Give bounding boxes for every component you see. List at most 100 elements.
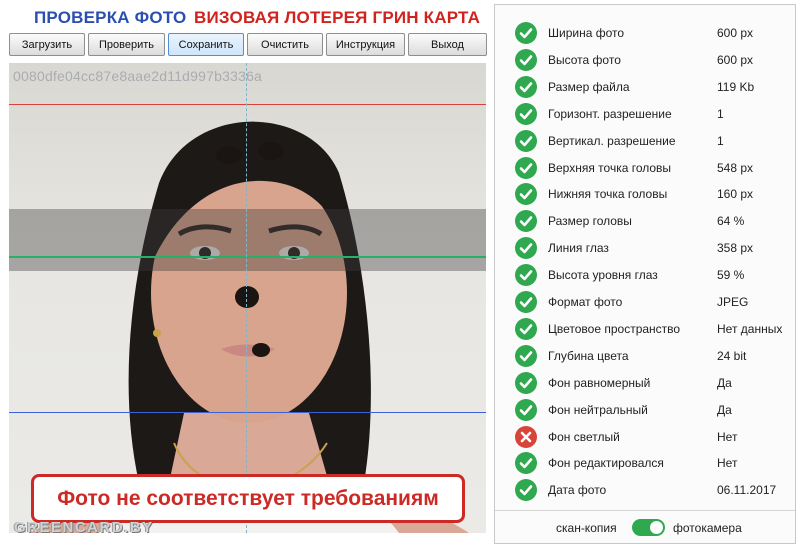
save-button[interactable]: Сохранить: [168, 33, 244, 56]
check-results-panel: Ширина фото 600 px Высота фото 600 px Размер…: [494, 4, 796, 544]
check-value: 64 %: [717, 214, 745, 229]
photo-preview: 0080dfe04cc87e8aae2d11d997b3336a Фото не…: [9, 63, 486, 533]
check-row: Глубина цвета 24 bit: [495, 342, 795, 369]
toolbar: Загрузить Проверить Сохранить Очистить И…: [9, 33, 487, 57]
check-label: Глубина цвета: [548, 348, 629, 363]
check-row: Фон редактировался Нет: [495, 449, 795, 476]
load-button[interactable]: Загрузить: [9, 33, 85, 56]
check-label: Фон нейтральный: [548, 402, 648, 417]
check-row: Высота уровня глаз 59 %: [495, 261, 795, 288]
check-value: Нет данных: [717, 321, 783, 336]
portrait-image: [29, 121, 469, 533]
check-label: Размер головы: [548, 214, 632, 229]
check-row: Размер файла 119 Kb: [495, 73, 795, 100]
check-value: 24 bit: [717, 348, 747, 363]
check-label: Высота фото: [548, 52, 621, 67]
check-label: Ширина фото: [548, 26, 625, 40]
check-pass-icon: [515, 22, 537, 44]
head-top-guide-line: [9, 104, 486, 105]
check-pass-icon: [515, 344, 537, 367]
check-row: Линия глаз 358 px: [495, 234, 795, 261]
instructions-button[interactable]: Инструкция: [326, 33, 405, 56]
check-row: Дата фото 06.11.2017: [495, 476, 795, 503]
check-label: Фон равномерный: [548, 375, 651, 390]
check-pass-icon: [515, 371, 537, 394]
source-mode-toggle-row: скан-копия фотокамера: [495, 515, 795, 541]
check-value: 119 Kb: [717, 79, 755, 94]
check-pass-icon: [515, 264, 537, 287]
check-row: Цветовое пространство Нет данных: [495, 315, 795, 342]
check-pass-icon: [515, 75, 537, 98]
check-label: Горизонт. разрешение: [548, 106, 672, 121]
chin-guide-line: [9, 412, 486, 413]
eye-zone-overlay: [9, 209, 486, 271]
check-label: Цветовое пространство: [548, 321, 681, 336]
check-pass-icon: [515, 183, 537, 206]
check-pass-icon: [515, 156, 537, 179]
check-label: Нижняя точка головы: [548, 187, 668, 202]
check-value: 160 px: [717, 187, 754, 202]
check-row: Верхняя точка головы 548 px: [495, 154, 795, 181]
check-value: 600 px: [717, 26, 754, 40]
check-row: Фон светлый Нет: [495, 423, 795, 450]
check-value: 06.11.2017: [717, 483, 777, 498]
check-label: Дата фото: [548, 483, 607, 498]
toggle-knob: [650, 521, 663, 534]
check-row: Горизонт. разрешение 1: [495, 100, 795, 127]
panel-divider: [495, 510, 795, 511]
check-value: 600 px: [717, 52, 754, 67]
scan-copy-label[interactable]: скан-копия: [556, 521, 617, 535]
check-row: Фон нейтральный Да: [495, 396, 795, 423]
check-row: Нижняя точка головы 160 px: [495, 180, 795, 207]
check-label: Размер файла: [548, 79, 630, 94]
camera-label[interactable]: фотокамера: [673, 521, 742, 535]
check-value: JPEG: [717, 295, 749, 309]
app-title-check: ПРОВЕРКА ФОТО: [34, 8, 187, 27]
site-watermark: GREENCARD.BY: [14, 519, 154, 536]
check-value: 548 px: [717, 160, 754, 175]
check-row: Ширина фото 600 px: [495, 19, 795, 46]
check-pass-icon: [515, 452, 537, 475]
result-message: Фото не соответствует требованиям: [57, 486, 439, 510]
exit-button[interactable]: Выход: [408, 33, 487, 56]
check-value: 358 px: [717, 241, 754, 256]
check-button[interactable]: Проверить: [88, 33, 165, 56]
check-label: Линия глаз: [548, 241, 609, 256]
check-label: Верхняя точка головы: [548, 160, 672, 175]
check-value: 1: [717, 133, 724, 148]
result-banner: Фото не соответствует требованиям: [31, 474, 465, 523]
check-label: Формат фото: [548, 295, 623, 309]
check-pass-icon: [515, 102, 537, 125]
check-value: 1: [717, 106, 724, 121]
check-value: 59 %: [717, 268, 745, 283]
check-row: Размер головы 64 %: [495, 207, 795, 234]
photo-hash: 0080dfe04cc87e8aae2d11d997b3336a: [13, 68, 263, 84]
check-pass-icon: [515, 48, 537, 71]
check-value: Нет: [717, 456, 738, 471]
check-pass-icon: [515, 291, 537, 313]
center-guide-line: [246, 63, 247, 533]
check-row: Вертикал. разрешение 1: [495, 127, 795, 154]
check-label: Фон редактировался: [548, 456, 664, 471]
check-pass-icon: [515, 210, 537, 233]
check-pass-icon: [515, 479, 537, 502]
check-pass-icon: [515, 398, 537, 421]
check-fail-icon: [515, 425, 537, 448]
check-row: Высота фото 600 px: [495, 46, 795, 73]
check-value: Да: [717, 402, 732, 417]
clear-button[interactable]: Очистить: [247, 33, 323, 56]
check-pass-icon: [515, 129, 537, 152]
check-label: Высота уровня глаз: [548, 268, 658, 283]
check-label: Фон светлый: [548, 429, 620, 444]
eye-level-guide-line: [9, 256, 486, 258]
app-title-bar: ПРОВЕРКА ФОТО ВИЗОВАЯ ЛОТЕРЕЯ ГРИН КАРТА: [0, 0, 490, 32]
check-row: Формат фото JPEG: [495, 288, 795, 315]
check-value: Нет: [717, 429, 738, 444]
check-row: Фон равномерный Да: [495, 369, 795, 396]
app-title-lottery: ВИЗОВАЯ ЛОТЕРЕЯ ГРИН КАРТА: [194, 8, 481, 27]
source-mode-toggle[interactable]: [632, 519, 665, 536]
check-value: Да: [717, 375, 732, 390]
check-label: Вертикал. разрешение: [548, 133, 676, 148]
check-pass-icon: [515, 317, 537, 340]
check-pass-icon: [515, 237, 537, 260]
